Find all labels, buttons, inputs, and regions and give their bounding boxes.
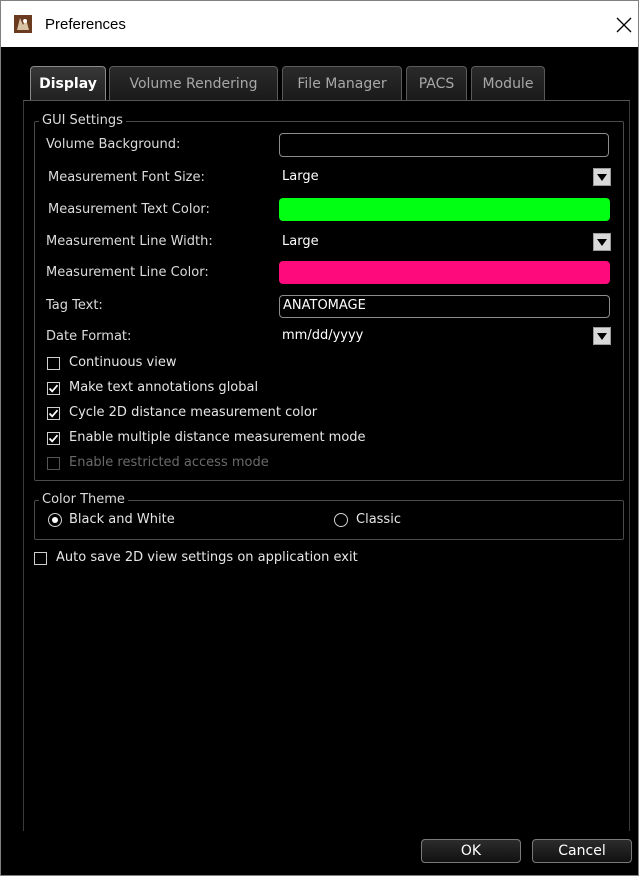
chevron-down-icon[interactable] [593, 327, 611, 345]
auto-save-checkbox[interactable] [34, 552, 47, 565]
line-width-value: Large [282, 234, 319, 249]
text-color-label: Measurement Text Color: [48, 202, 210, 217]
close-icon [616, 17, 632, 33]
app-logo-icon [14, 15, 32, 33]
text-annotations-global-label: Make text annotations global [69, 380, 259, 395]
continuous-view-label: Continuous view [69, 355, 177, 370]
volume-background-label: Volume Background: [46, 137, 181, 152]
black-and-white-radio[interactable] [48, 513, 62, 527]
multiple-distance-checkbox[interactable] [47, 432, 60, 445]
date-format-label: Date Format: [46, 329, 132, 344]
checkmark-icon [48, 434, 59, 443]
cycle-color-label: Cycle 2D distance measurement color [69, 405, 318, 420]
cycle-color-checkbox[interactable] [47, 407, 60, 420]
radio-selected-dot [52, 517, 58, 523]
ok-button[interactable]: OK [421, 839, 521, 863]
window-title: Preferences [45, 16, 126, 33]
date-format-value: mm/dd/yyyy [282, 328, 364, 343]
tag-text-field[interactable]: ANATOMAGE [279, 295, 610, 318]
auto-save-label: Auto save 2D view settings on applicatio… [56, 550, 358, 565]
classic-label: Classic [356, 512, 401, 527]
cancel-button[interactable]: Cancel [532, 839, 632, 863]
volume-background-field[interactable] [279, 133, 609, 157]
font-size-value: Large [282, 169, 319, 184]
text-color-swatch[interactable] [279, 198, 610, 221]
tag-text-label: Tag Text: [46, 298, 103, 313]
tab-module[interactable]: Module [471, 66, 545, 100]
title-bar: Preferences [1, 1, 638, 47]
classic-radio[interactable] [334, 513, 348, 527]
font-size-select[interactable]: Large [279, 167, 611, 187]
restricted-access-label: Enable restricted access mode [69, 455, 269, 470]
line-color-swatch[interactable] [279, 261, 610, 284]
checkmark-icon [48, 384, 59, 393]
date-format-select[interactable]: mm/dd/yyyy [279, 326, 611, 346]
chevron-down-icon[interactable] [593, 233, 611, 251]
close-button[interactable] [610, 11, 638, 39]
font-size-label: Measurement Font Size: [48, 170, 205, 185]
continuous-view-checkbox[interactable] [47, 357, 60, 370]
preferences-dialog: Preferences Display Volume Rendering Fil… [0, 0, 639, 876]
tab-file-manager[interactable]: File Manager [282, 66, 402, 100]
multiple-distance-label: Enable multiple distance measurement mod… [69, 430, 366, 445]
line-width-label: Measurement Line Width: [46, 234, 213, 249]
text-annotations-global-checkbox[interactable] [47, 382, 60, 395]
tab-display[interactable]: Display [30, 66, 106, 100]
black-and-white-label: Black and White [69, 512, 175, 527]
chevron-down-icon[interactable] [593, 168, 611, 186]
line-width-select[interactable]: Large [279, 232, 611, 252]
gui-settings-title: GUI Settings [39, 113, 126, 128]
tab-pacs[interactable]: PACS [406, 66, 467, 100]
restricted-access-checkbox[interactable] [47, 457, 60, 470]
color-theme-title: Color Theme [39, 492, 128, 507]
line-color-label: Measurement Line Color: [46, 265, 209, 280]
checkmark-icon [48, 409, 59, 418]
tab-volume-rendering[interactable]: Volume Rendering [109, 66, 278, 100]
